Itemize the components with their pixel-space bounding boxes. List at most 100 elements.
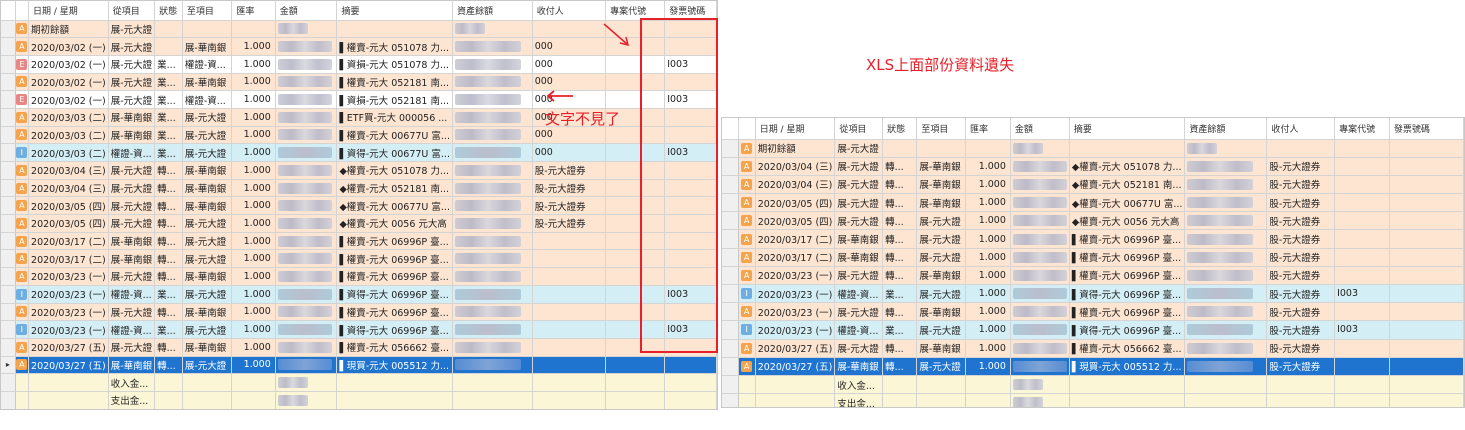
payee-cell[interactable]: 股-元大證券: [1266, 302, 1336, 322]
payee-cell[interactable]: 股-元大證券: [1266, 248, 1336, 267]
table-row[interactable]: A 2020/03/04 (三) 展-元大證 轉... 展-華南銀 1.000 ◆權賣-元大…: [1, 179, 717, 198]
invoice-cell[interactable]: [664, 196, 717, 216]
table-row[interactable]: ▸ A 2020/03/27 (五) 展-華南銀 轉... 展-元大證 1.000 ▌現買-元…: [1, 356, 717, 375]
row-indicator[interactable]: [1, 143, 16, 162]
to-cell[interactable]: 展-元大證: [182, 249, 233, 269]
memo-cell[interactable]: ▌權賣-元大 06996P 臺...: [1069, 248, 1186, 267]
date-cell[interactable]: 2020/03/23 (一): [28, 303, 109, 322]
to-cell[interactable]: 權證-資...: [182, 90, 233, 109]
status-cell[interactable]: 轉...: [882, 211, 918, 231]
memo-cell[interactable]: ▌資得-元大 00677U 富...: [336, 143, 453, 162]
amount-cell[interactable]: [275, 391, 338, 409]
date-cell[interactable]: 2020/03/02 (一): [28, 55, 109, 74]
row-indicator[interactable]: [1, 338, 16, 357]
balance-cell[interactable]: [452, 320, 533, 339]
amount-cell[interactable]: [275, 126, 338, 145]
row-indicator[interactable]: [1, 232, 16, 251]
to-cell[interactable]: 展-元大證: [916, 229, 966, 249]
rate-cell[interactable]: 1.000: [231, 179, 276, 198]
status-cell[interactable]: 業...: [154, 285, 183, 304]
col-header-memo[interactable]: 摘要: [1069, 118, 1186, 140]
memo-cell[interactable]: ▌權賣-元大 06996P 臺...: [336, 267, 453, 286]
rate-cell[interactable]: 1.000: [231, 161, 276, 180]
table-row[interactable]: A 2020/03/17 (二) 展-華南銀 轉... 展-元大證 1.000 ▌權賣-元大…: [722, 229, 1464, 249]
project-cell[interactable]: [605, 196, 666, 216]
invoice-cell[interactable]: [1389, 357, 1464, 376]
balance-cell[interactable]: [452, 73, 533, 92]
col-header-from[interactable]: 從項目: [834, 118, 884, 140]
amount-cell[interactable]: [275, 267, 338, 286]
project-cell[interactable]: [605, 303, 666, 322]
project-cell[interactable]: [1334, 266, 1390, 286]
amount-cell[interactable]: [1010, 211, 1070, 231]
payee-cell[interactable]: 股-元大證券: [1266, 211, 1336, 231]
balance-cell[interactable]: [1184, 302, 1268, 322]
rate-cell[interactable]: 1.000: [231, 249, 276, 269]
amount-cell[interactable]: [275, 196, 338, 216]
invoice-cell[interactable]: [664, 126, 717, 145]
to-cell[interactable]: 展-元大證: [182, 232, 233, 251]
row-indicator[interactable]: [1, 196, 16, 216]
date-cell[interactable]: 2020/03/27 (五): [28, 356, 109, 375]
from-cell[interactable]: 展-華南銀: [108, 232, 156, 251]
to-cell[interactable]: 展-元大證: [916, 248, 966, 267]
invoice-cell[interactable]: [1389, 339, 1464, 358]
rate-cell[interactable]: 1.000: [231, 37, 276, 56]
row-indicator[interactable]: [722, 211, 739, 231]
left-transaction-grid[interactable]: 日期 / 星期 從項目 狀態 至項目 匯率 金額 摘要 資產餘額 收付人 專案代…: [0, 0, 718, 410]
date-cell[interactable]: 2020/03/23 (一): [755, 320, 836, 340]
invoice-cell[interactable]: [1389, 193, 1464, 213]
memo-cell[interactable]: ▌權賣-元大 00677U 富...: [336, 126, 453, 145]
payee-cell[interactable]: 股-元大證券: [532, 214, 607, 233]
row-indicator[interactable]: [1, 161, 16, 180]
status-cell[interactable]: 業...: [882, 284, 918, 304]
balance-cell[interactable]: [1184, 229, 1268, 249]
payee-cell[interactable]: 股-元大證券: [532, 179, 607, 198]
to-cell[interactable]: 展-元大證: [182, 285, 233, 304]
date-cell[interactable]: 2020/03/17 (二): [755, 248, 836, 267]
project-cell[interactable]: [605, 338, 666, 357]
col-header-to[interactable]: 至項目: [182, 1, 233, 21]
rate-cell[interactable]: 1.000: [965, 193, 1011, 213]
to-cell[interactable]: 展-華南銀: [182, 267, 233, 286]
table-row[interactable]: A 2020/03/23 (一) 展-元大證 轉... 展-華南銀 1.000 ▌權賣-元大…: [722, 266, 1464, 286]
table-row[interactable]: A 2020/03/05 (四) 展-元大證 轉... 展-元大證 1.000 ◆權賣-元大…: [1, 214, 717, 233]
project-cell[interactable]: [605, 356, 666, 375]
amount-cell[interactable]: [1010, 284, 1070, 304]
invoice-cell[interactable]: [1389, 248, 1464, 267]
to-cell[interactable]: 展-元大證: [916, 357, 966, 376]
row-indicator[interactable]: [1, 179, 16, 198]
from-cell[interactable]: 展-元大證: [834, 157, 884, 176]
col-header-balance[interactable]: 資產餘額: [1184, 118, 1268, 140]
amount-cell[interactable]: [1010, 157, 1070, 176]
to-cell[interactable]: 展-華南銀: [182, 37, 233, 56]
balance-cell[interactable]: [452, 143, 533, 162]
payee-cell[interactable]: [532, 249, 607, 269]
from-cell[interactable]: 展-元大證: [834, 175, 884, 195]
memo-cell[interactable]: ▌資得-元大 06996P 臺...: [336, 320, 453, 339]
col-header-rate[interactable]: 匯率: [965, 118, 1011, 140]
table-row[interactable]: A 2020/03/04 (三) 展-元大證 轉... 展-華南銀 1.000 ◆權賣-元大…: [722, 175, 1464, 195]
to-cell[interactable]: 展-元大證: [916, 284, 966, 304]
payee-cell[interactable]: 股-元大證券: [1266, 339, 1336, 358]
memo-cell[interactable]: ◆權賣-元大 051078 力...: [1069, 157, 1186, 176]
payee-cell[interactable]: 000: [532, 143, 607, 162]
col-header-invoice[interactable]: 發票號碼: [664, 1, 717, 21]
amount-cell[interactable]: [275, 108, 338, 127]
from-cell[interactable]: 展-華南銀: [834, 229, 884, 249]
memo-cell[interactable]: ◆權賣-元大 0056 元大高: [336, 214, 453, 233]
payee-cell[interactable]: [532, 285, 607, 304]
rate-cell[interactable]: 1.000: [231, 214, 276, 233]
invoice-cell[interactable]: [664, 161, 717, 180]
balance-cell[interactable]: [452, 232, 533, 251]
from-cell[interactable]: 展-元大證: [834, 302, 884, 322]
table-row[interactable]: A 2020/03/27 (五) 展-元大證 轉... 展-華南銀 1.000 ▌權賣-元大…: [722, 339, 1464, 358]
rate-cell[interactable]: 1.000: [965, 157, 1011, 176]
amount-cell[interactable]: [275, 249, 338, 269]
row-indicator[interactable]: [1, 249, 16, 269]
project-cell[interactable]: [1334, 357, 1390, 376]
amount-cell[interactable]: [1010, 266, 1070, 286]
to-cell[interactable]: 展-元大證: [916, 320, 966, 340]
from-cell[interactable]: 權證-資...: [108, 320, 156, 339]
memo-cell[interactable]: ▌ETF買-元大 000056 ...: [336, 108, 453, 127]
